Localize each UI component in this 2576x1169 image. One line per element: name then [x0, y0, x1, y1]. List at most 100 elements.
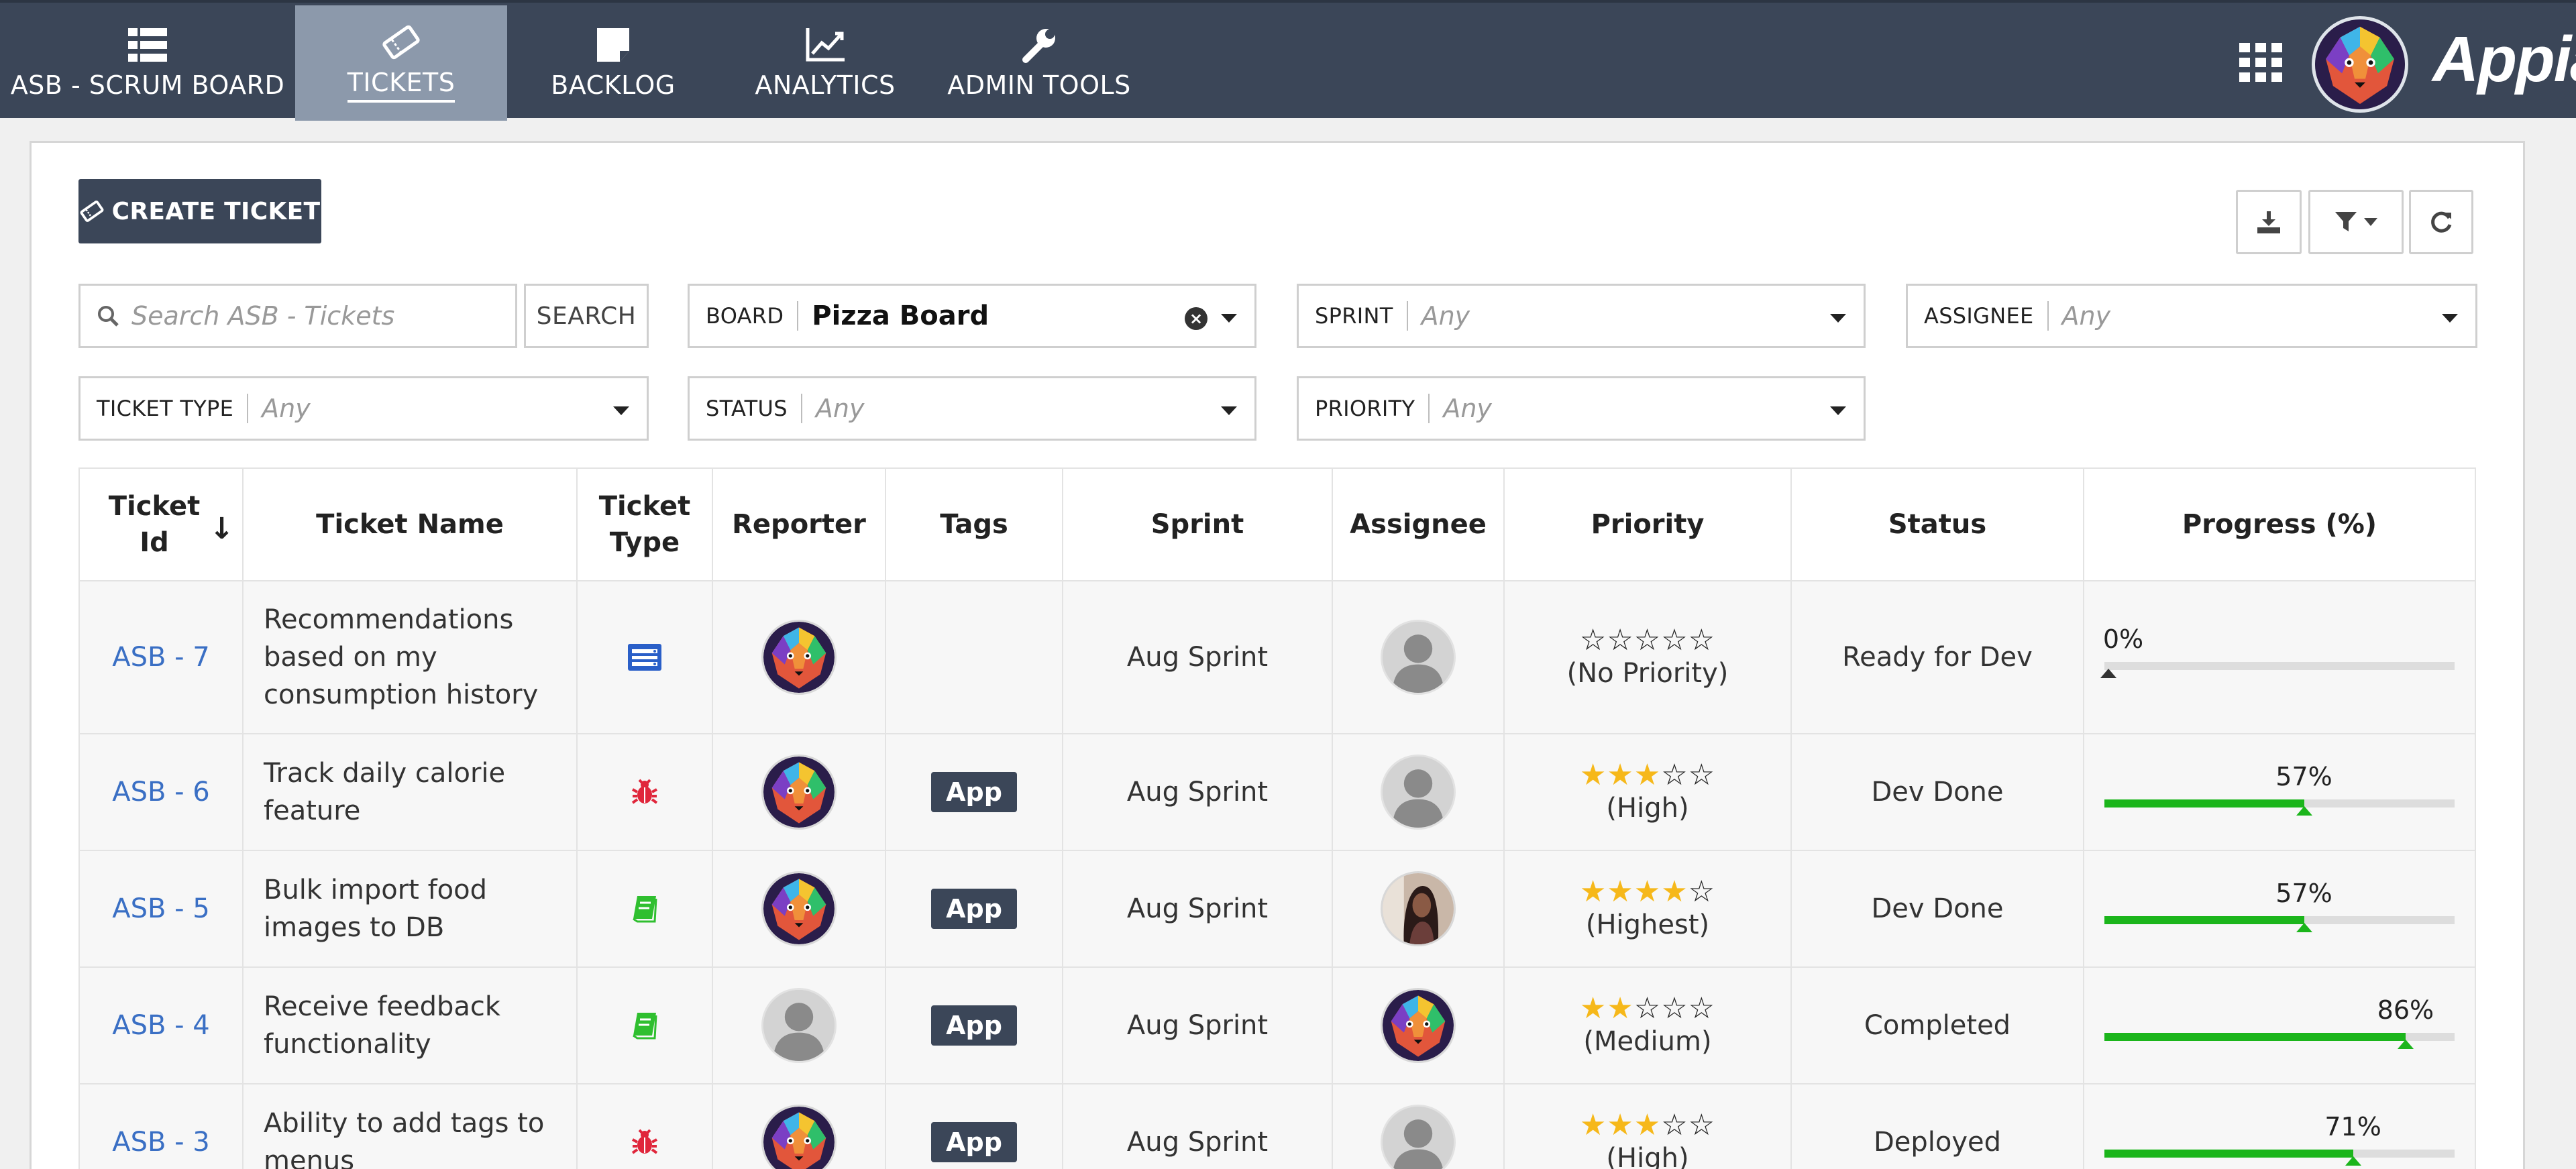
sprint-text: Aug Sprint [1126, 1127, 1269, 1158]
star-empty-icon: ☆ [1607, 623, 1634, 657]
assignee-avatar[interactable] [1381, 620, 1456, 695]
search-button[interactable]: SEARCH [524, 284, 649, 348]
star-filled-icon: ★ [1633, 758, 1662, 792]
tab-analytics[interactable]: ANALYTICS [746, 5, 904, 121]
progress-marker-icon [2100, 669, 2116, 678]
ticket-name-line: Track daily calorie [264, 758, 506, 789]
ticket-type-value: Any [262, 394, 311, 423]
header-ticket-id-line2: Id [140, 527, 169, 558]
reporter-avatar[interactable] [761, 1105, 837, 1169]
table-row[interactable]: ASB - 3 Ability to add tags to menus App … [78, 1084, 2476, 1169]
ticket-name-cell: Ability to add tags to menus [244, 1084, 578, 1169]
status-filter[interactable]: STATUS Any [688, 376, 1256, 441]
sprint-cell: Aug Sprint [1063, 734, 1333, 850]
header-ticket-id[interactable]: Ticket Id ↓ [78, 469, 244, 580]
ticket-id-link[interactable]: ASB - 3 [112, 1127, 210, 1158]
star-empty-icon: ☆ [1579, 623, 1607, 657]
ticket-id-link[interactable]: ASB - 5 [112, 893, 210, 924]
star-filled-icon: ★ [1661, 875, 1688, 909]
status-text: Deployed [1873, 1127, 2002, 1158]
progress-cell: 0% [2084, 581, 2476, 733]
tab-admin-tools[interactable]: ADMIN TOOLS [945, 5, 1134, 121]
tag-badge[interactable]: App [931, 772, 1017, 812]
clear-icon[interactable]: × [1185, 307, 1208, 330]
ticket-id-link[interactable]: ASB - 6 [112, 777, 210, 808]
filter-menu-button[interactable] [2308, 190, 2404, 254]
assignee-avatar[interactable] [1381, 755, 1456, 830]
progress-fill [2104, 1033, 2406, 1041]
assignee-cell [1333, 734, 1505, 850]
progress-label: 86% [2377, 995, 2434, 1025]
tag-badge[interactable]: App [931, 1005, 1017, 1046]
status-label: STATUS [706, 396, 788, 421]
table-row[interactable]: ASB - 7 Recommendations based on my consum… [78, 581, 2476, 734]
assignee-filter[interactable]: ASSIGNEE Any [1906, 284, 2477, 348]
reporter-avatar[interactable] [761, 988, 837, 1063]
assignee-value: Any [2061, 301, 2111, 331]
header-priority: Priority [1505, 469, 1792, 580]
create-ticket-button[interactable]: CREATE TICKET [78, 179, 321, 243]
note-icon [597, 26, 629, 64]
tab-backlog[interactable]: BACKLOG [537, 5, 690, 121]
tag-badge[interactable]: App [931, 1122, 1017, 1162]
ticket-type-cell [578, 968, 713, 1083]
progress-marker-icon [2296, 806, 2312, 816]
create-ticket-label: CREATE TICKET [111, 197, 321, 225]
tab-scrum-board[interactable]: ASB - SCRUM BOARD [0, 5, 295, 121]
sprint-cell: Aug Sprint [1063, 1084, 1333, 1169]
assignee-avatar[interactable] [1381, 988, 1456, 1063]
ticket-name-line: based on my [264, 642, 437, 673]
progress-fill [2104, 916, 2304, 924]
ticket-type-filter[interactable]: TICKET TYPE Any [78, 376, 649, 441]
field-divider [247, 394, 249, 423]
progress-bar: 86% [2104, 968, 2455, 1083]
assignee-cell [1333, 581, 1505, 733]
status-cell: Completed [1792, 968, 2084, 1083]
reporter-avatar[interactable] [761, 871, 837, 946]
star-filled-icon: ★ [1607, 991, 1634, 1025]
ticket-name-line: Ability to add tags to [264, 1108, 545, 1139]
header-reporter: Reporter [713, 469, 886, 580]
board-filter[interactable]: BOARD Pizza Board × [688, 284, 1256, 348]
user-avatar[interactable] [2312, 16, 2408, 113]
board-value: Pizza Board [812, 300, 989, 331]
table-row[interactable]: ASB - 5 Bulk import food images to DB App… [78, 851, 2476, 968]
assignee-cell [1333, 968, 1505, 1083]
ticket-name-cell: Recommendations based on my consumption hi… [244, 581, 578, 733]
progress-label: 0% [2102, 624, 2144, 654]
chevron-down-icon [1221, 406, 1237, 415]
progress-cell: 71% [2084, 1084, 2476, 1169]
star-empty-icon: ☆ [1661, 623, 1688, 657]
progress-fill [2104, 1150, 2353, 1158]
status-text: Dev Done [1871, 777, 2004, 808]
download-button[interactable] [2236, 190, 2302, 254]
tags-cell: App [886, 734, 1063, 850]
tag-badge[interactable]: App [931, 889, 1017, 929]
refresh-button[interactable] [2409, 190, 2473, 254]
sprint-filter[interactable]: SPRINT Any [1297, 284, 1866, 348]
sprint-text: Aug Sprint [1126, 893, 1269, 924]
sprint-label: SPRINT [1315, 303, 1393, 329]
priority-filter[interactable]: PRIORITY Any [1297, 376, 1866, 441]
reporter-avatar[interactable] [761, 620, 837, 695]
grid-icon[interactable] [2239, 43, 2282, 85]
assignee-avatar[interactable] [1381, 871, 1456, 946]
ticket-id-link[interactable]: ASB - 7 [112, 642, 210, 673]
priority-stars: ★★★★☆ [1580, 877, 1715, 907]
story-icon [628, 644, 661, 671]
ticket-id-cell: ASB - 4 [78, 968, 244, 1083]
ticket-id-link[interactable]: ASB - 4 [112, 1010, 210, 1041]
table-row[interactable]: ASB - 4 Receive feedback functionality Ap… [78, 968, 2476, 1084]
ticket-type-cell [578, 734, 713, 850]
reporter-avatar[interactable] [761, 755, 837, 830]
star-empty-icon: ☆ [1688, 1108, 1716, 1142]
board-label: BOARD [706, 303, 784, 329]
tab-tickets[interactable]: TICKETS [295, 5, 507, 121]
tags-cell: App [886, 851, 1063, 966]
table-row[interactable]: ASB - 6 Track daily calorie feature App A… [78, 734, 2476, 851]
search-input[interactable]: Search ASB - Tickets [78, 284, 517, 348]
tab-label: ASB - SCRUM BOARD [10, 70, 285, 100]
star-filled-icon: ★ [1607, 1108, 1634, 1142]
assignee-avatar[interactable] [1381, 1105, 1456, 1169]
book-icon [633, 896, 657, 923]
